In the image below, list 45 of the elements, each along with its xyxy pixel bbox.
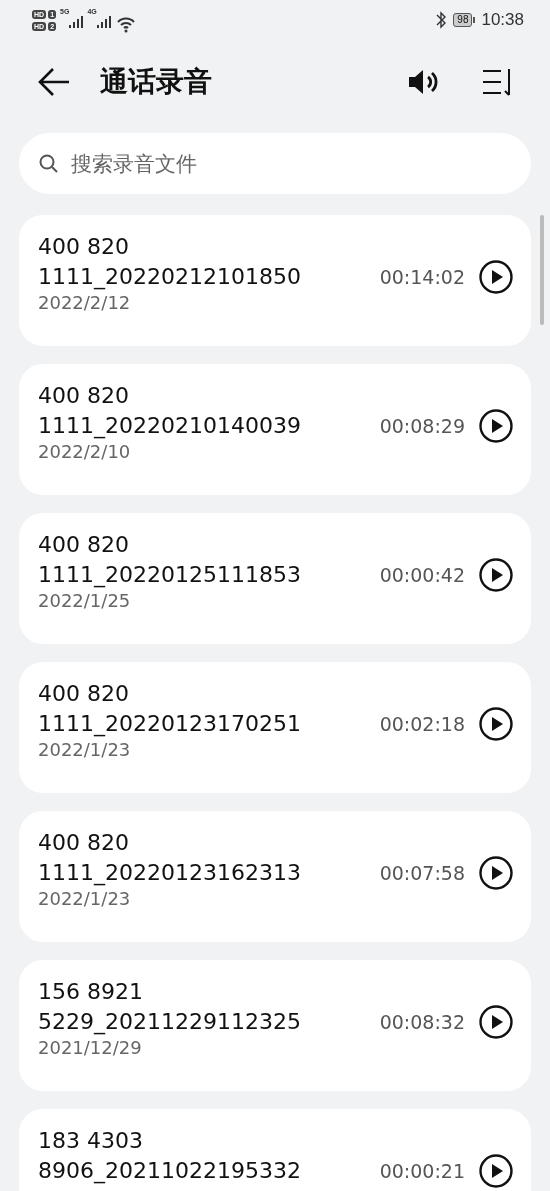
clock-time: 10:38 — [481, 10, 524, 30]
recording-name: 400 820 1111_20220212101850 — [38, 233, 302, 292]
play-button[interactable] — [479, 1154, 513, 1188]
signal-icon — [96, 13, 111, 28]
play-button[interactable] — [479, 856, 513, 890]
recording-duration: 00:08:29 — [379, 415, 465, 437]
recording-card[interactable]: 400 820 1111_20220123162313 2022/1/23 00:07:58 — [19, 811, 531, 942]
search-icon — [39, 154, 59, 174]
recording-name: 400 820 1111_20220125111853 — [38, 531, 302, 590]
wifi-icon — [116, 15, 135, 33]
recording-card[interactable]: 400 820 1111_20220212101850 2022/2/12 00:14:02 — [19, 215, 531, 346]
recording-date: 2022/1/23 — [38, 888, 132, 909]
recording-name: 400 820 1111_20220123170251 — [38, 680, 302, 739]
search-field[interactable]: 搜索录音文件 — [19, 133, 531, 194]
recording-duration: 00:02:18 — [379, 713, 465, 735]
play-button[interactable] — [479, 707, 513, 741]
play-button[interactable] — [479, 260, 513, 294]
recording-duration: 00:08:32 — [379, 1011, 465, 1033]
recording-card[interactable]: 400 820 1111_20220125111853 2022/1/25 00:00:42 — [19, 513, 531, 644]
recording-duration: 00:14:02 — [379, 266, 465, 288]
bluetooth-icon — [435, 11, 448, 29]
recording-card[interactable]: 400 820 1111_20220123170251 2022/1/23 00:02:18 — [19, 662, 531, 793]
recording-duration: 00:00:21 — [379, 1160, 465, 1182]
recording-name: 183 4303 8906_20211022195332 — [38, 1127, 302, 1186]
recording-name: 156 8921 5229_20211229112325 — [38, 978, 302, 1037]
recording-date: 2022/2/10 — [38, 441, 132, 462]
recording-card[interactable]: 156 8921 5229_20211229112325 2021/12/29 00:08:32 — [19, 960, 531, 1091]
scrollbar[interactable] — [540, 215, 544, 325]
battery-level: 98 — [453, 13, 473, 27]
recording-name: 400 820 1111_20220123162313 — [38, 829, 302, 888]
play-button[interactable] — [479, 1005, 513, 1039]
recording-duration: 00:07:58 — [379, 862, 465, 884]
recording-date: 2022/2/12 — [38, 292, 132, 313]
recording-date: 2022/1/23 — [38, 739, 132, 760]
play-button[interactable] — [479, 558, 513, 592]
signal-icon — [69, 13, 84, 28]
back-button[interactable] — [38, 66, 72, 98]
recording-date: 2021/12/29 — [38, 1037, 143, 1058]
recording-card[interactable]: 400 820 1111_20220210140039 2022/2/10 00:08:29 — [19, 364, 531, 495]
page-title: 通话录音 — [100, 64, 213, 100]
recording-date: 2022/1/25 — [38, 590, 132, 611]
play-button[interactable] — [479, 409, 513, 443]
recording-name: 400 820 1111_20220210140039 — [38, 382, 302, 441]
recording-duration: 00:00:42 — [379, 564, 465, 586]
recording-card[interactable]: 183 4303 8906_20211022195332 00:00:21 — [19, 1109, 531, 1191]
